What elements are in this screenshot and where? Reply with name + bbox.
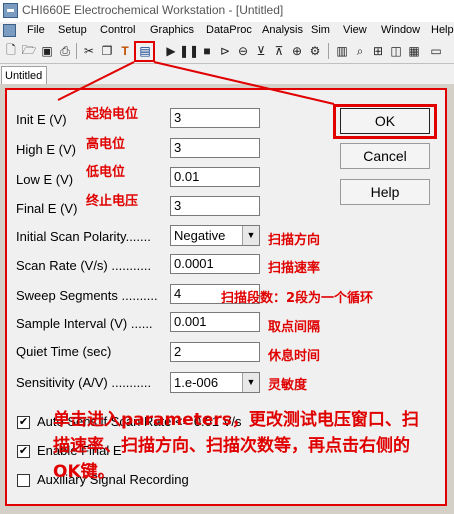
arrow-left-line xyxy=(57,61,135,101)
annotation-arrows xyxy=(57,61,335,105)
arrow-right-line xyxy=(153,61,335,105)
